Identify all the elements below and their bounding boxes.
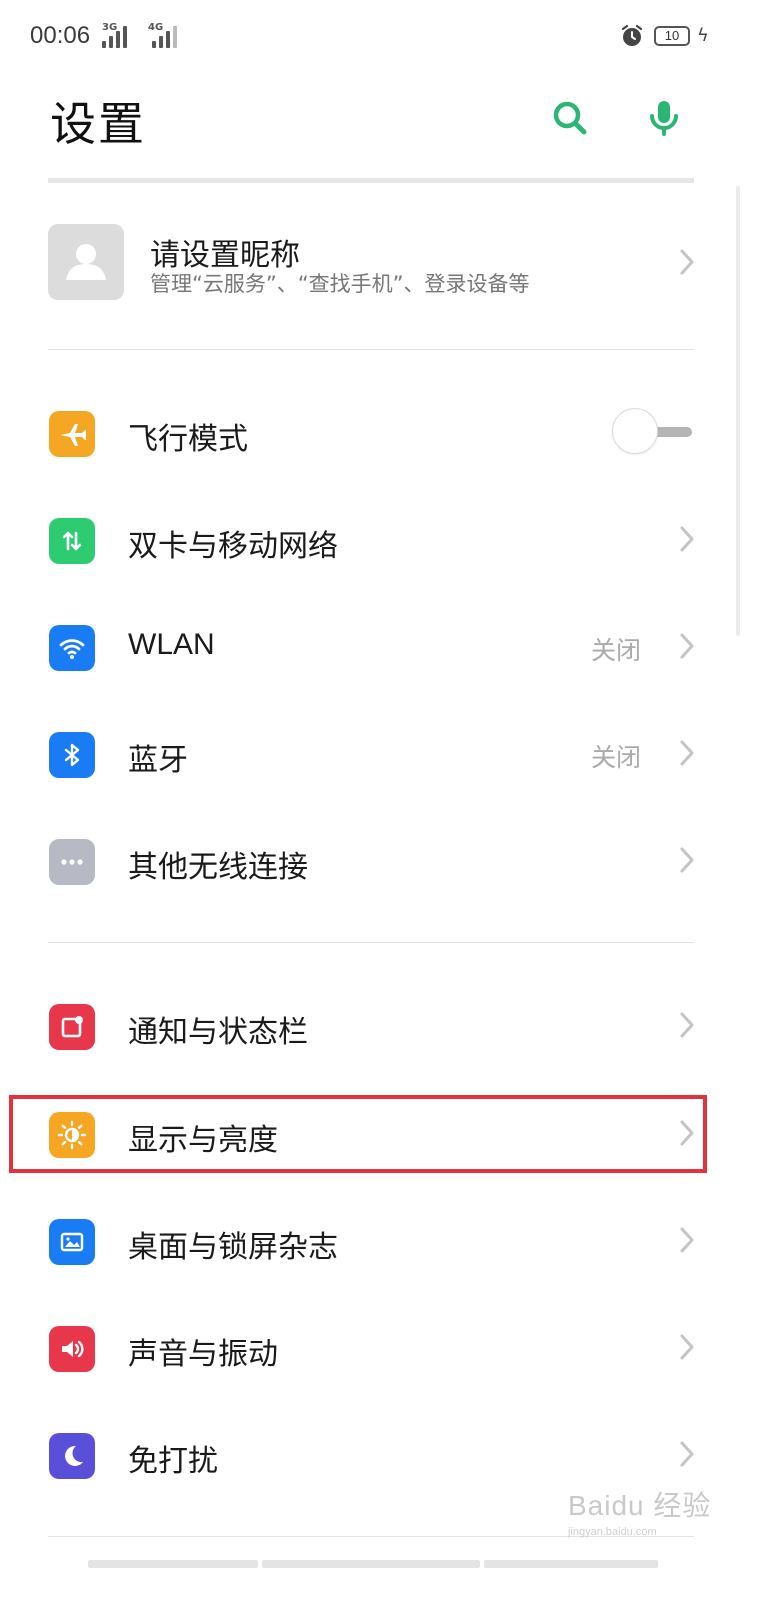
chevron-right-icon [680, 249, 694, 275]
person-icon [66, 244, 106, 280]
chevron-right-icon [680, 1227, 694, 1253]
settings-row-other-wireless[interactable]: 其他无线连接 [0, 812, 757, 908]
baidu-watermark: Baidu 经验 jingyan.baidu.com [568, 1490, 712, 1538]
settings-row-sound-vibration[interactable]: 声音与振动 [0, 1299, 757, 1395]
chevron-right-icon [680, 526, 694, 552]
chevron-right-icon [680, 1334, 694, 1360]
chevron-right-icon [680, 1441, 694, 1467]
page-title: 设置 [50, 97, 146, 151]
profile-subtitle: 管理“云服务”、“查找手机”、登录设备等 [150, 272, 530, 296]
avatar [48, 224, 124, 300]
settings-row-wlan[interactable]: WLAN 关闭 [0, 598, 757, 694]
header-divider [48, 178, 694, 183]
settings-row-airplane-mode[interactable]: 飞行模式 [0, 384, 757, 480]
airplane-icon [49, 411, 95, 457]
wifi-icon [49, 625, 95, 671]
wlan-status: 关闭 [590, 636, 641, 665]
sim-swap-icon [49, 518, 95, 564]
row-label: 飞行模式 [128, 422, 248, 457]
airplane-mode-toggle[interactable] [612, 408, 692, 456]
settings-row-bluetooth[interactable]: 蓝牙 关闭 [0, 705, 757, 801]
row-label: 声音与振动 [128, 1337, 278, 1372]
chevron-right-icon [680, 633, 694, 659]
settings-row-desktop-lockscreen[interactable]: 桌面与锁屏杂志 [0, 1192, 757, 1288]
moon-icon [49, 1433, 95, 1479]
highlight-annotation-box [9, 1095, 707, 1173]
microphone-icon[interactable] [642, 96, 686, 140]
chevron-right-icon [680, 847, 694, 873]
row-label: 桌面与锁屏杂志 [128, 1230, 338, 1265]
speaker-icon [49, 1326, 95, 1372]
chevron-right-icon [680, 1012, 694, 1038]
battery-icon: 10 [654, 26, 690, 46]
more-dots-icon [49, 839, 95, 885]
bluetooth-icon [49, 732, 95, 778]
settings-row-dual-sim[interactable]: 双卡与移动网络 [0, 491, 757, 587]
status-bar: 00:06 3G 4G 10 ϟ [0, 0, 757, 78]
signal-3g-icon: 3G [102, 22, 132, 50]
bottom-partial-row [88, 1560, 658, 1570]
row-label: WLAN [128, 628, 215, 661]
row-label: 通知与状态栏 [128, 1015, 308, 1050]
search-icon[interactable] [548, 96, 592, 140]
notification-icon [49, 1004, 95, 1050]
alarm-icon [621, 24, 643, 46]
section-divider [48, 349, 694, 350]
row-label: 其他无线连接 [128, 850, 308, 885]
row-label: 蓝牙 [128, 743, 188, 778]
status-time: 00:06 [30, 22, 91, 49]
wallpaper-icon [49, 1219, 95, 1265]
row-label: 免打扰 [128, 1444, 218, 1479]
charging-icon: ϟ [697, 25, 709, 46]
settings-row-notifications[interactable]: 通知与状态栏 [0, 977, 757, 1073]
chevron-right-icon [680, 740, 694, 766]
bluetooth-status: 关闭 [590, 743, 641, 772]
row-label: 双卡与移动网络 [128, 529, 338, 564]
section-divider [48, 942, 694, 943]
signal-4g-icon: 4G [140, 22, 182, 50]
